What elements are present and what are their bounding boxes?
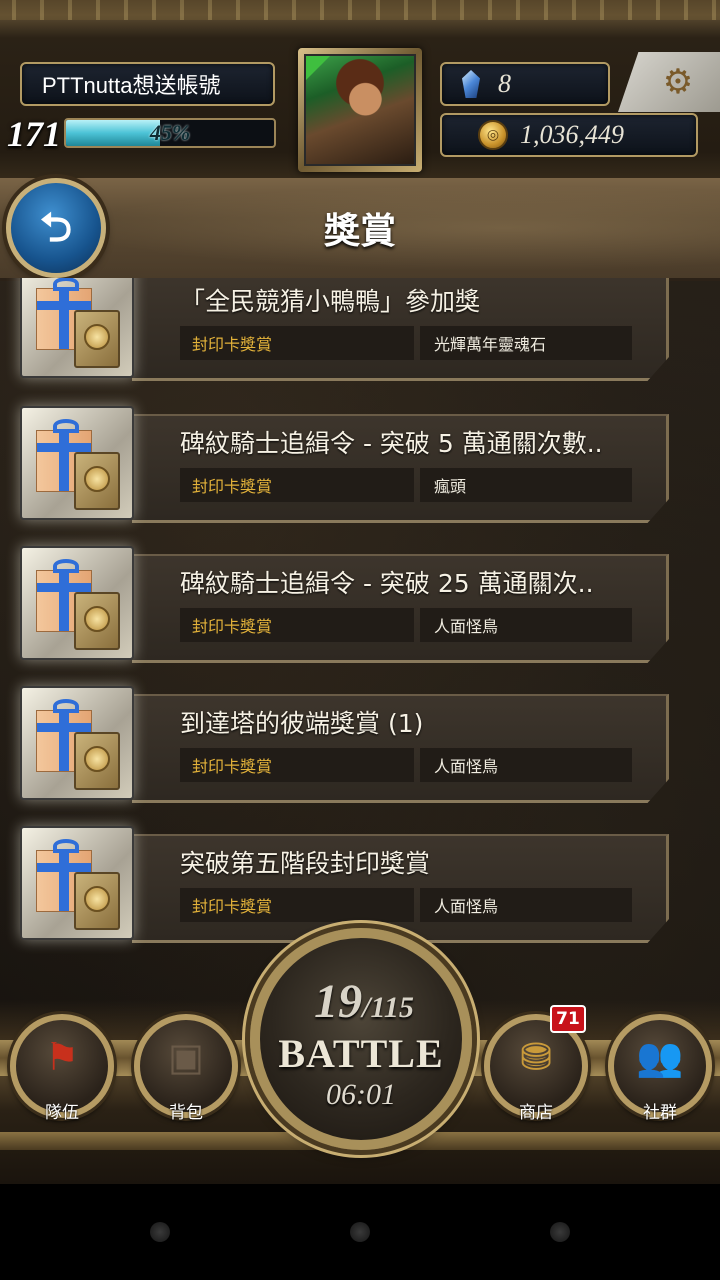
gem-counter: 8: [440, 62, 610, 106]
diamond-icon: [462, 70, 480, 98]
reward-type: 封印卡獎賞: [180, 326, 414, 360]
page-title: 獎賞: [323, 211, 396, 252]
stamina-current: 19: [314, 975, 363, 1028]
reward-item: 光輝萬年靈魂石: [420, 326, 632, 360]
shop-notification-badge: 71: [550, 1005, 586, 1033]
back-arrow-icon: ⮌: [39, 205, 73, 251]
nav-team-label: 隊伍: [45, 1103, 79, 1123]
system-home-button[interactable]: [350, 1222, 370, 1242]
reward-type: 封印卡獎賞: [180, 608, 414, 642]
reward-row[interactable]: 到達塔的彼端獎賞 (1) 封印卡獎賞 人面怪鳥: [20, 686, 670, 806]
reward-title: 「全民競猜小鴨鴨」參加獎: [180, 287, 481, 316]
gift-box-icon: [20, 278, 134, 378]
player-hud: PTTnutta想送帳號 171 45% 8 ◎ 1,036,449 ⚙: [0, 0, 720, 193]
back-button[interactable]: ⮌: [6, 178, 106, 278]
xp-bar: 45%: [64, 118, 276, 148]
avatar-portrait: [304, 54, 416, 166]
system-back-button[interactable]: [150, 1222, 170, 1242]
nav-social-label: 社群: [643, 1103, 677, 1123]
reward-item: 人面怪鳥: [420, 748, 632, 782]
system-recents-button[interactable]: [550, 1222, 570, 1242]
gift-box-icon: [20, 546, 134, 660]
battle-label: BATTLE: [278, 1031, 444, 1076]
reward-type: 封印卡獎賞: [180, 748, 414, 782]
reward-row[interactable]: 「全民競猜小鴨鴨」參加獎 封印卡獎賞 光輝萬年靈魂石: [20, 278, 670, 384]
nav-bag-label: 背包: [169, 1103, 203, 1123]
treasure-chest-icon: ⛃: [520, 1034, 552, 1079]
gift-box-icon: [20, 686, 134, 800]
reward-type: 封印卡獎賞: [180, 888, 414, 922]
leader-avatar[interactable]: [298, 48, 422, 172]
stamina-display: 19/115: [284, 974, 444, 1029]
people-silhouette-icon: 👥: [636, 1034, 684, 1079]
gold-count: 1,036,449: [520, 120, 624, 149]
gift-box-icon: [20, 406, 134, 520]
reward-item: 人面怪鳥: [420, 608, 632, 642]
player-level: 171: [7, 114, 61, 154]
reward-title: 突破第五階段封印獎賞: [180, 849, 431, 878]
game-screen: PTTnutta想送帳號 171 45% 8 ◎ 1,036,449 ⚙ 獎賞 …: [0, 0, 720, 1184]
reward-item: 瘋頭: [420, 468, 632, 502]
reward-row[interactable]: 碑紋騎士追緝令 - 突破 25 萬通關次.. 封印卡獎賞 人面怪鳥: [20, 546, 670, 666]
gift-box-icon: [20, 826, 134, 940]
reward-list[interactable]: 「全民競猜小鴨鴨」參加獎 封印卡獎賞 光輝萬年靈魂石 碑紋騎士追緝令 - 突破 …: [0, 278, 720, 968]
battle-button[interactable]: 19/115 BATTLE 06:01: [250, 928, 472, 1150]
reward-title: 到達塔的彼端獎賞 (1): [180, 709, 424, 738]
red-flag-icon: ⚑: [44, 1034, 80, 1079]
stamina-timer: 06:01: [326, 1078, 396, 1111]
backpack-icon: ▣: [168, 1034, 204, 1079]
settings-button[interactable]: ⚙: [618, 52, 720, 112]
gem-count: 8: [498, 69, 511, 98]
stamina-max: /115: [362, 991, 414, 1024]
reward-item: 人面怪鳥: [420, 888, 632, 922]
reward-title: 碑紋騎士追緝令 - 突破 25 萬通關次..: [180, 569, 594, 598]
gold-counter: ◎ 1,036,449: [440, 113, 698, 157]
attribute-corner-icon: [306, 56, 330, 80]
reward-row[interactable]: 碑紋騎士追緝令 - 突破 5 萬通關次數.. 封印卡獎賞 瘋頭: [20, 406, 670, 526]
system-navigation-bar: [0, 1184, 720, 1280]
coin-icon: ◎: [478, 120, 508, 150]
xp-percent: 45%: [149, 120, 191, 145]
nav-shop-label: 商店: [519, 1103, 553, 1123]
reward-title: 碑紋騎士追緝令 - 突破 5 萬通關次數..: [180, 429, 603, 458]
gear-icon: ⚙: [662, 62, 694, 102]
title-bar: 獎賞: [0, 178, 720, 281]
hud-ornament: [0, 0, 720, 20]
player-name: PTTnutta想送帳號: [20, 62, 275, 106]
reward-type: 封印卡獎賞: [180, 468, 414, 502]
